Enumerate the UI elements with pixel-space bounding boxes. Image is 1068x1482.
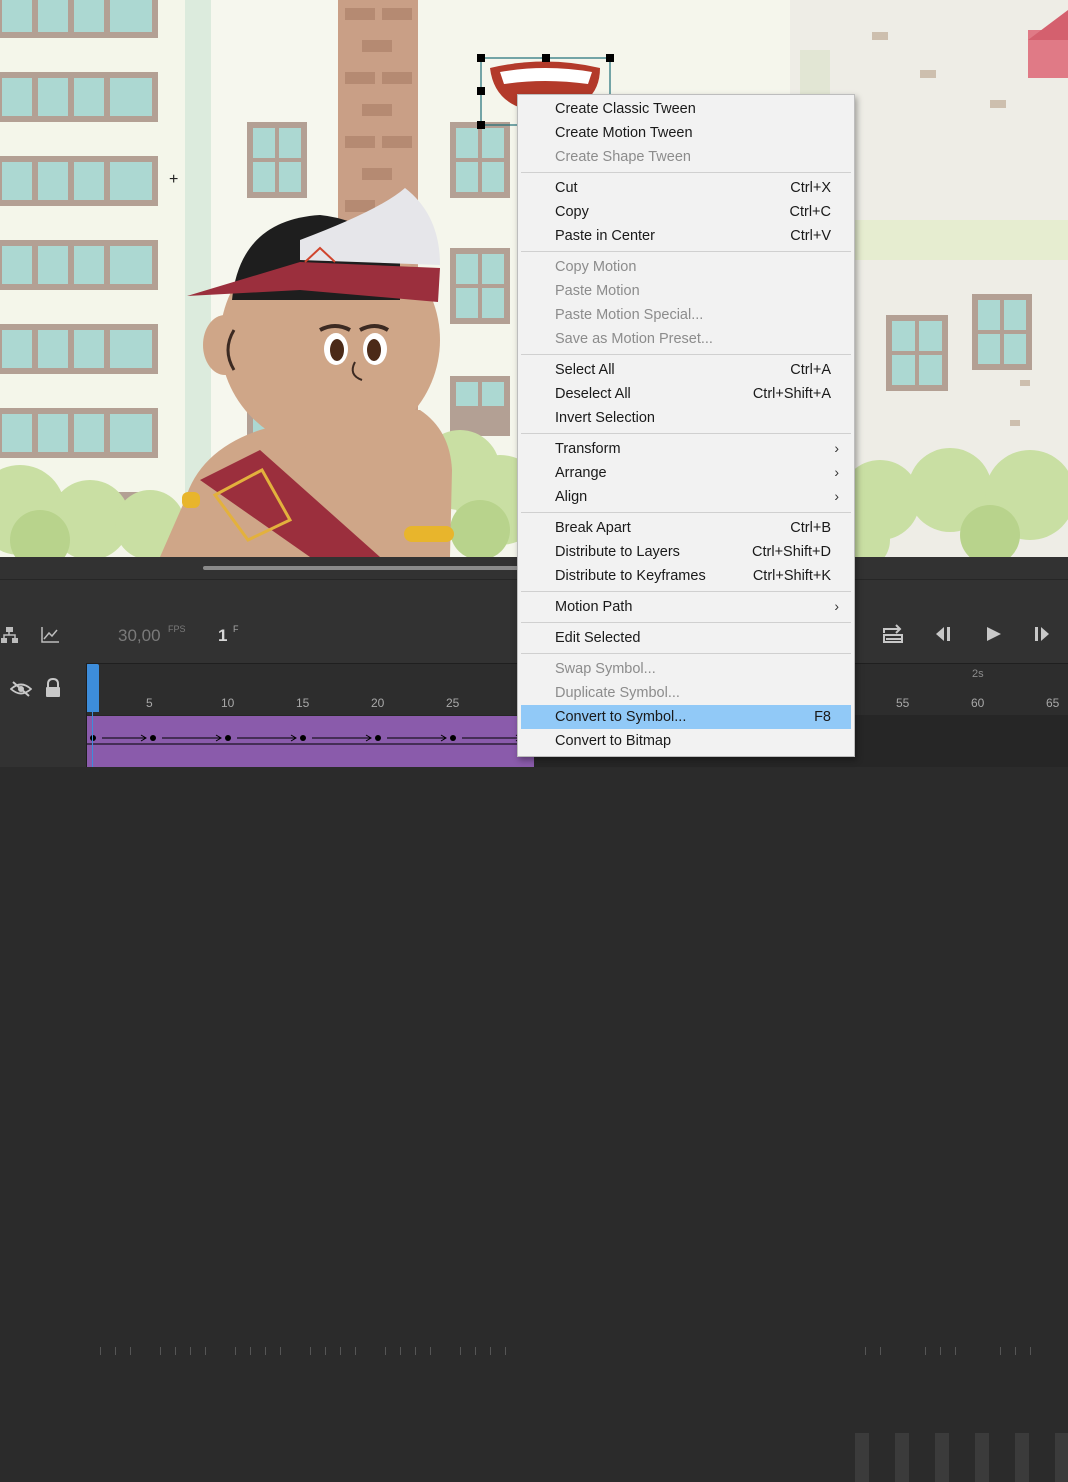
- menu-item-copy-motion: Copy Motion: [521, 255, 851, 279]
- fps-value[interactable]: 30,00: [118, 626, 161, 646]
- menu-item-label: Cut: [555, 180, 578, 196]
- menu-item-create-motion-tween[interactable]: Create Motion Tween: [521, 121, 851, 145]
- menu-item-shortcut: Ctrl+Shift+A: [752, 386, 831, 402]
- graph-icon[interactable]: [40, 626, 60, 644]
- menu-item-label: Paste Motion Special...: [555, 307, 704, 323]
- lock-icon[interactable]: [44, 678, 62, 698]
- menu-item-label: Create Motion Tween: [555, 125, 693, 141]
- menu-item-shortcut: Ctrl+Shift+D: [752, 544, 831, 560]
- step-back-icon[interactable]: [933, 626, 953, 642]
- menu-separator: [521, 653, 851, 654]
- menu-item-paste-motion: Paste Motion: [521, 279, 851, 303]
- menu-item-label: Create Shape Tween: [555, 149, 691, 165]
- menu-separator: [521, 433, 851, 434]
- menu-item-label: Paste Motion: [555, 283, 640, 299]
- menu-separator: [521, 591, 851, 592]
- menu-item-shortcut: Ctrl+C: [789, 204, 832, 220]
- menu-item-create-shape-tween: Create Shape Tween: [521, 145, 851, 169]
- menu-item-shortcut: Ctrl+Shift+K: [752, 568, 831, 584]
- frame-number: 65: [1046, 696, 1060, 710]
- layer-panel: [0, 663, 87, 767]
- frame-number: 60: [971, 696, 985, 710]
- menu-separator: [521, 172, 851, 173]
- menu-separator: [521, 251, 851, 252]
- menu-item-duplicate-symbol: Duplicate Symbol...: [521, 681, 851, 705]
- playhead[interactable]: [86, 664, 99, 712]
- step-forward-icon[interactable]: [1033, 626, 1053, 642]
- menu-item-paste-motion-special: Paste Motion Special...: [521, 303, 851, 327]
- menu-item-label: Invert Selection: [555, 410, 655, 426]
- menu-item-break-apart[interactable]: Break Apart Ctrl+B: [521, 516, 851, 540]
- tween-keyframes: [86, 734, 534, 745]
- menu-item-deselect-all[interactable]: Deselect All Ctrl+Shift+A: [521, 382, 851, 406]
- playhead-line: [92, 712, 93, 767]
- menu-separator: [521, 354, 851, 355]
- menu-item-save-as-motion-preset: Save as Motion Preset...: [521, 327, 851, 351]
- menu-item-label: Deselect All: [555, 386, 631, 402]
- menu-item-shortcut: F8: [814, 709, 831, 725]
- menu-item-create-classic-tween[interactable]: Create Classic Tween: [521, 97, 851, 121]
- menu-item-label: Save as Motion Preset...: [555, 331, 713, 347]
- menu-item-label: Select All: [555, 362, 615, 378]
- menu-item-label: Break Apart: [555, 520, 631, 536]
- menu-item-transform[interactable]: Transform ›: [521, 437, 851, 461]
- stage-scrollbar-thumb[interactable]: [203, 566, 523, 570]
- menu-item-label: Duplicate Symbol...: [555, 685, 680, 701]
- submenu-arrow-icon: ›: [834, 440, 839, 456]
- menu-separator: [521, 512, 851, 513]
- menu-item-swap-symbol: Swap Symbol...: [521, 657, 851, 681]
- visibility-off-icon[interactable]: [10, 680, 32, 698]
- menu-item-convert-to-symbol[interactable]: Convert to Symbol... F8: [521, 705, 851, 729]
- menu-item-arrange[interactable]: Arrange ›: [521, 461, 851, 485]
- menu-item-motion-path[interactable]: Motion Path ›: [521, 595, 851, 619]
- crosshair-cursor-icon: +: [169, 171, 179, 188]
- frame-unit: F: [233, 624, 239, 634]
- layer-hierarchy-icon[interactable]: [0, 626, 20, 644]
- menu-item-label: Convert to Bitmap: [555, 733, 672, 749]
- menu-item-shortcut: Ctrl+B: [790, 520, 831, 536]
- submenu-arrow-icon: ›: [834, 598, 839, 614]
- frame-number: 5: [146, 696, 153, 710]
- menu-item-copy[interactable]: Copy Ctrl+C: [521, 200, 851, 224]
- menu-item-label: Transform: [555, 441, 621, 457]
- submenu-arrow-icon: ›: [834, 488, 839, 504]
- menu-item-select-all[interactable]: Select All Ctrl+A: [521, 358, 851, 382]
- menu-item-distribute-to-keyframes[interactable]: Distribute to Keyframes Ctrl+Shift+K: [521, 564, 851, 588]
- loop-icon[interactable]: [881, 624, 905, 644]
- menu-item-shortcut: Ctrl+A: [790, 362, 831, 378]
- fps-unit: FPS: [168, 624, 186, 634]
- play-icon[interactable]: [985, 626, 1003, 642]
- menu-item-label: Convert to Symbol...: [555, 709, 687, 725]
- frame-number: 25: [446, 696, 460, 710]
- menu-item-edit-selected[interactable]: Edit Selected: [521, 626, 851, 650]
- menu-item-paste-in-center[interactable]: Paste in Center Ctrl+V: [521, 224, 851, 248]
- menu-item-label: Arrange: [555, 465, 607, 481]
- menu-item-label: Create Classic Tween: [555, 101, 696, 117]
- menu-item-label: Motion Path: [555, 599, 633, 615]
- menu-item-convert-to-bitmap[interactable]: Convert to Bitmap: [521, 729, 851, 753]
- menu-item-label: Align: [555, 489, 588, 505]
- menu-item-label: Copy: [555, 204, 589, 220]
- menu-separator: [521, 622, 851, 623]
- menu-item-shortcut: Ctrl+V: [790, 228, 831, 244]
- menu-item-label: Swap Symbol...: [555, 661, 656, 677]
- menu-item-invert-selection[interactable]: Invert Selection: [521, 406, 851, 430]
- menu-item-cut[interactable]: Cut Ctrl+X: [521, 176, 851, 200]
- frame-number: 20: [371, 696, 385, 710]
- submenu-arrow-icon: ›: [834, 464, 839, 480]
- menu-item-label: Paste in Center: [555, 228, 655, 244]
- menu-item-align[interactable]: Align ›: [521, 485, 851, 509]
- frame-value[interactable]: 1: [218, 626, 227, 646]
- time-marker-label: 2s: [972, 668, 984, 680]
- context-menu: Create Classic Tween Create Motion Tween…: [517, 94, 855, 757]
- frame-number: 15: [296, 696, 310, 710]
- menu-item-label: Distribute to Layers: [555, 544, 680, 560]
- menu-item-distribute-to-layers[interactable]: Distribute to Layers Ctrl+Shift+D: [521, 540, 851, 564]
- menu-item-label: Edit Selected: [555, 630, 641, 646]
- menu-item-label: Copy Motion: [555, 259, 637, 275]
- menu-item-label: Distribute to Keyframes: [555, 568, 706, 584]
- frame-number: 55: [896, 696, 910, 710]
- frame-number: 10: [221, 696, 235, 710]
- menu-item-shortcut: Ctrl+X: [790, 180, 831, 196]
